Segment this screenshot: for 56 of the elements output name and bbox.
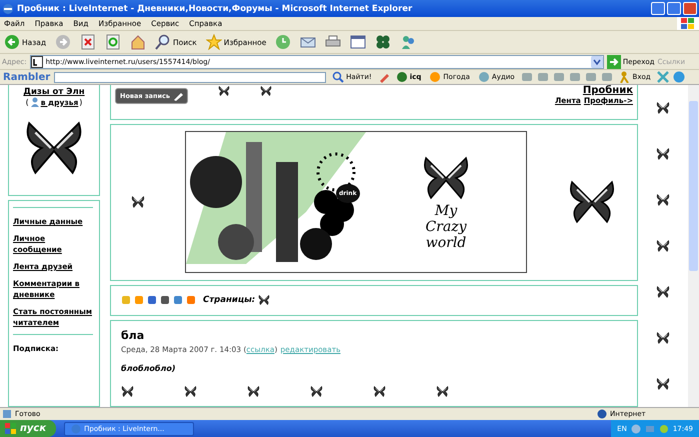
person-icon <box>30 97 40 107</box>
search-icon <box>332 71 344 83</box>
butterfly-icon <box>656 285 670 299</box>
user-name-link[interactable]: Дизы от Элн <box>23 87 85 97</box>
user-title-link[interactable]: Пробник <box>582 85 633 96</box>
pages-label: Страницы: <box>203 295 256 306</box>
butterfly-icon <box>656 193 670 207</box>
toolbar-glyph-icon[interactable] <box>584 71 597 83</box>
scrollbar-thumb[interactable] <box>689 101 698 271</box>
toolbar-glyph-icon[interactable] <box>552 71 565 83</box>
window-icon <box>350 34 366 50</box>
scrollbar[interactable] <box>688 85 699 407</box>
toolbar-glyph-icon[interactable] <box>536 71 549 83</box>
butterfly-icon <box>218 85 230 97</box>
butterfly-icon <box>373 385 386 398</box>
butterfly-icon <box>310 385 323 398</box>
windows-logo-icon <box>681 18 695 30</box>
butterfly-icon <box>656 101 670 115</box>
minimize-button[interactable] <box>651 2 665 15</box>
butterfly-icon <box>656 377 670 391</box>
clock-icon <box>275 34 292 50</box>
parenthesis: ) <box>79 98 82 106</box>
star-icon <box>206 34 222 50</box>
person-key-icon <box>618 71 631 83</box>
home-icon <box>130 34 146 50</box>
post-title: бла <box>121 329 144 342</box>
toolbar-glyph-icon[interactable] <box>568 71 581 83</box>
windows-logo-icon <box>5 422 17 434</box>
post-body: блоблобло) <box>121 364 176 373</box>
toolbar-glyph-icon[interactable] <box>600 71 613 83</box>
edit-button[interactable] <box>348 34 368 50</box>
banner-title: My Crazy world <box>424 203 468 252</box>
stop-icon <box>80 34 96 50</box>
parenthesis: ( <box>26 98 29 106</box>
butterfly-icon <box>436 385 449 398</box>
butterfly-icon <box>247 385 260 398</box>
search-icon <box>155 34 172 50</box>
butterfly-icon <box>260 85 272 97</box>
clover-icon <box>375 34 392 50</box>
refresh-icon <box>105 34 122 50</box>
butterfly-icon <box>656 331 670 345</box>
butterfly-icon <box>184 385 197 398</box>
close-button[interactable] <box>683 2 697 15</box>
butterfly-icon <box>121 385 134 398</box>
rambler-logo[interactable]: Rambler <box>3 72 50 82</box>
go-arrow-icon <box>606 54 621 68</box>
people-icon <box>400 34 416 50</box>
rambler-search-field[interactable] <box>54 72 326 82</box>
toolbar-glyph-icon[interactable] <box>520 71 533 83</box>
butterfly-icon <box>131 195 145 210</box>
butterfly-icon <box>656 147 670 161</box>
start-button[interactable]: пуск <box>0 420 56 437</box>
window-title: Пробник : LiveInternet - Дневники,Новости,Форумы - Microsoft Internet Explorer <box>17 4 412 14</box>
butterfly-icon <box>258 294 270 306</box>
butterfly-icon <box>656 239 670 253</box>
maximize-button[interactable] <box>667 2 681 15</box>
